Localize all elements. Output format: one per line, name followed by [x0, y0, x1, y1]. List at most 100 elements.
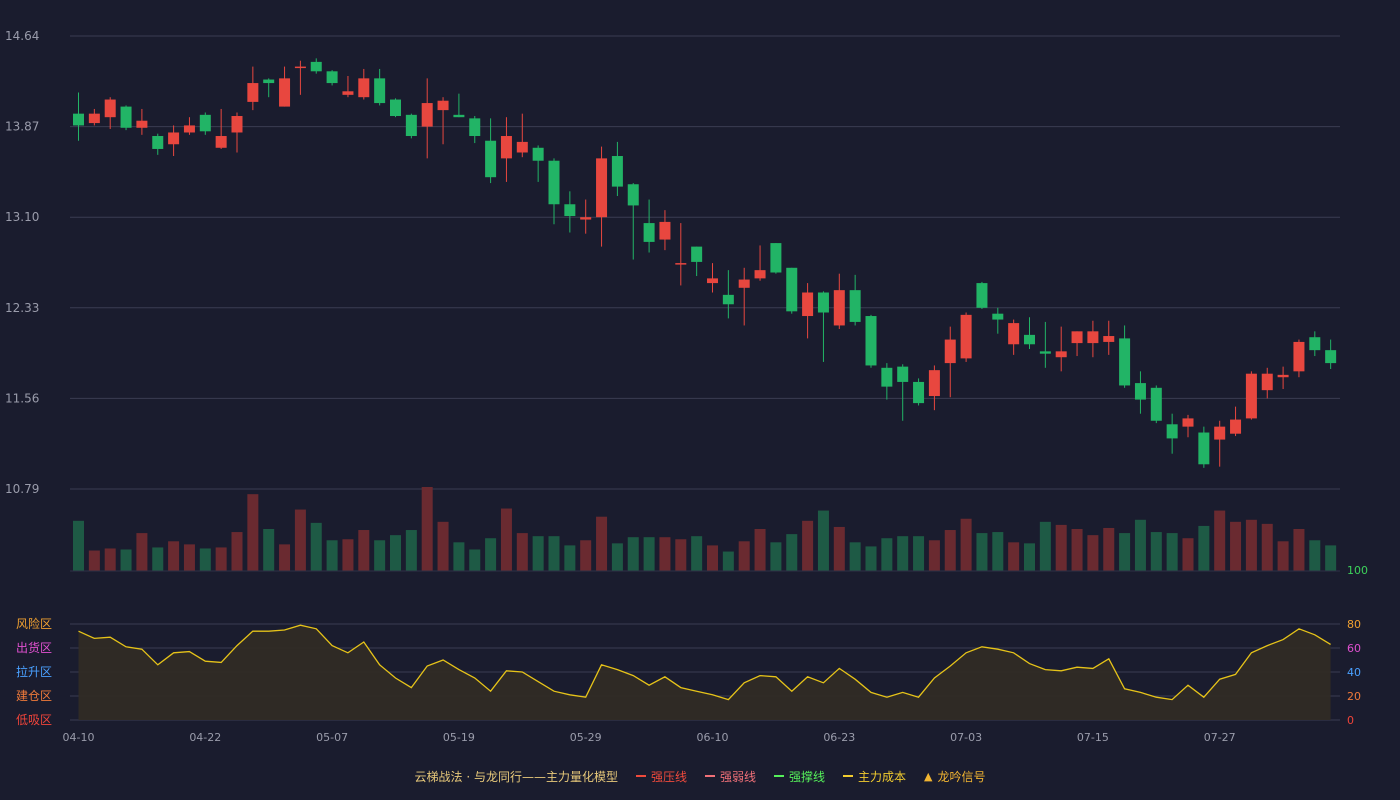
candle-body [342, 91, 354, 95]
volume-bar [152, 547, 164, 571]
volume-bar [580, 540, 592, 571]
candle-body [1166, 424, 1178, 439]
oscillator-series [78, 624, 1331, 720]
candle-body [215, 136, 227, 148]
candle [1325, 339, 1337, 369]
volume-bar [976, 533, 988, 571]
candle-body [1024, 334, 1035, 345]
volume-bar [88, 550, 100, 571]
oscillator-tick-label: 0 [1347, 714, 1354, 727]
candle [770, 243, 782, 274]
legend-item-strength-line[interactable]: 强弱线 [704, 768, 756, 785]
volume-bar [992, 532, 1004, 571]
candle-body [120, 106, 132, 128]
volume-bar [897, 536, 909, 571]
volume-bar [770, 542, 782, 571]
candle-body [786, 267, 798, 312]
candle-body [1293, 341, 1305, 372]
candle-body [643, 223, 655, 242]
volume-bar [865, 546, 877, 571]
x-tick-label: 06-23 [823, 731, 855, 744]
candle-body [516, 141, 528, 153]
volume-bar [500, 508, 512, 571]
legend-item-strong-support[interactable]: 强撑线 [773, 768, 825, 785]
candle [358, 68, 370, 100]
legend-item-main-cost[interactable]: 主力成本 [843, 768, 906, 785]
zone-label: 拉升区 [16, 664, 52, 679]
volume-bar [294, 509, 306, 571]
volume-bar [548, 536, 560, 571]
volume-bar [1055, 524, 1067, 571]
volume-bar [1119, 533, 1131, 571]
candle [1055, 326, 1067, 372]
volume-bar [849, 542, 861, 571]
price-tick-label: 14.64 [5, 29, 39, 43]
volume-bar [1230, 521, 1242, 571]
candle-body [913, 381, 925, 404]
candle [833, 273, 845, 329]
candle-body [897, 366, 909, 382]
candle [992, 307, 1004, 334]
volume-bar [722, 551, 734, 571]
volume-bar [215, 547, 227, 571]
candle [374, 68, 386, 106]
x-tick-label: 07-27 [1204, 731, 1236, 744]
volume-bar [437, 521, 449, 571]
candle [802, 283, 814, 339]
volume-bar [881, 538, 893, 571]
candle-body [770, 243, 782, 273]
candle [1071, 331, 1083, 357]
candle-body [1230, 419, 1242, 434]
candle-body [722, 294, 734, 305]
candle-body [469, 118, 481, 137]
volume-bar [421, 487, 433, 571]
volume-bar [183, 544, 195, 571]
candle-body [865, 316, 877, 366]
candle-body [199, 114, 211, 132]
candle-body [405, 114, 417, 137]
price-tick-label: 13.87 [5, 120, 39, 134]
legend-swatch [704, 775, 715, 777]
candle-body [1150, 387, 1162, 421]
candle-body [1039, 351, 1051, 354]
candle [453, 93, 465, 118]
candle-body [738, 279, 750, 288]
stock-chart: 14.64 13.87 13.10 12.33 11.56 10.79 100 80 60 40… [5, 29, 1368, 744]
volume-bar [247, 494, 259, 571]
legend-item-strong-resistance[interactable]: 强压线 [635, 768, 687, 785]
volume-bar [928, 540, 940, 571]
candle-body [421, 103, 433, 127]
x-tick-label: 04-22 [189, 731, 221, 744]
candle [1214, 420, 1226, 467]
candle-body [1309, 337, 1321, 351]
candle [1309, 331, 1321, 357]
volume-bar [390, 535, 401, 571]
candle [405, 113, 417, 139]
candle-body [500, 136, 512, 159]
zone-label: 低吸区 [16, 713, 52, 727]
volume-bar [279, 544, 291, 571]
candle-body [817, 292, 829, 313]
legend-item-dragon-signal[interactable]: ▲ 龙吟信号 [924, 768, 985, 785]
candle [1103, 320, 1115, 355]
candle [279, 66, 291, 107]
oscillator-tick-label: 60 [1347, 642, 1361, 655]
volume-bar [1198, 525, 1210, 571]
volume-bar [754, 529, 766, 571]
candle [675, 223, 687, 286]
legend-swatch [635, 775, 646, 777]
volume-bar [913, 536, 925, 571]
candle [817, 291, 829, 362]
volume-bar [1103, 527, 1115, 571]
candle-body [960, 314, 972, 359]
volume-bar [627, 537, 639, 571]
candle [437, 97, 449, 145]
candle-body [136, 120, 148, 128]
candle [516, 113, 528, 158]
candle [849, 274, 861, 326]
price-grid [70, 35, 1340, 490]
triangle-icon: ▲ [924, 769, 933, 783]
candle [1293, 339, 1305, 378]
volume-bar [342, 539, 354, 571]
candle [1182, 414, 1194, 438]
